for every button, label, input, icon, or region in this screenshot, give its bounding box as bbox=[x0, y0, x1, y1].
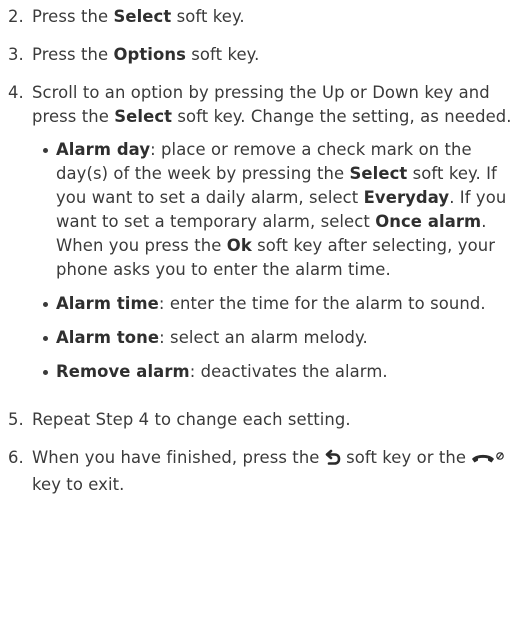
option-list: Alarm day: place or remove a check mark … bbox=[32, 138, 524, 384]
options-key-label: Options bbox=[113, 45, 186, 64]
back-arrow-icon bbox=[325, 448, 341, 473]
step-4: 4. Scroll to an option by pressing the U… bbox=[8, 81, 524, 394]
instruction-page: 2. Press the Select soft key. 3. Press t… bbox=[0, 0, 530, 631]
list-item-remove-alarm: Remove alarm: deactivates the alarm. bbox=[42, 360, 524, 384]
bullet-icon bbox=[42, 360, 56, 384]
select-key-label: Select bbox=[114, 107, 173, 126]
select-key-label: Select bbox=[113, 7, 172, 26]
end-power-key-icon bbox=[471, 449, 505, 473]
step-number: 4. bbox=[8, 83, 24, 102]
list-item-text: Remove alarm: deactivates the alarm. bbox=[56, 362, 388, 381]
step-6: 6. When you have finished, press the sof… bbox=[8, 446, 524, 497]
list-item-alarm-day: Alarm day: place or remove a check mark … bbox=[42, 138, 524, 282]
bullet-icon bbox=[42, 326, 56, 350]
step-text: Scroll to an option by pressing the Up o… bbox=[32, 81, 524, 394]
bullet-icon bbox=[42, 292, 56, 316]
step-number: 5. bbox=[8, 410, 24, 429]
step-text: When you have finished, press the soft k… bbox=[32, 446, 524, 497]
step-5: 5. Repeat Step 4 to change each setting. bbox=[8, 408, 524, 432]
list-item-text: Alarm tone: select an alarm melody. bbox=[56, 328, 368, 347]
step-number: 6. bbox=[8, 448, 24, 467]
list-item-text: Alarm day: place or remove a check mark … bbox=[56, 140, 507, 279]
step-number: 2. bbox=[8, 7, 24, 26]
step-number: 3. bbox=[8, 45, 24, 64]
step-3: 3. Press the Options soft key. bbox=[8, 43, 524, 67]
list-item-alarm-time: Alarm time: enter the time for the alarm… bbox=[42, 292, 524, 316]
step-text: Press the Options soft key. bbox=[32, 45, 260, 64]
list-item-alarm-tone: Alarm tone: select an alarm melody. bbox=[42, 326, 524, 350]
list-item-text: Alarm time: enter the time for the alarm… bbox=[56, 294, 486, 313]
step-text: Press the Select soft key. bbox=[32, 7, 245, 26]
step-2: 2. Press the Select soft key. bbox=[8, 5, 524, 29]
step-text: Repeat Step 4 to change each setting. bbox=[32, 410, 351, 429]
bullet-icon bbox=[42, 138, 56, 282]
